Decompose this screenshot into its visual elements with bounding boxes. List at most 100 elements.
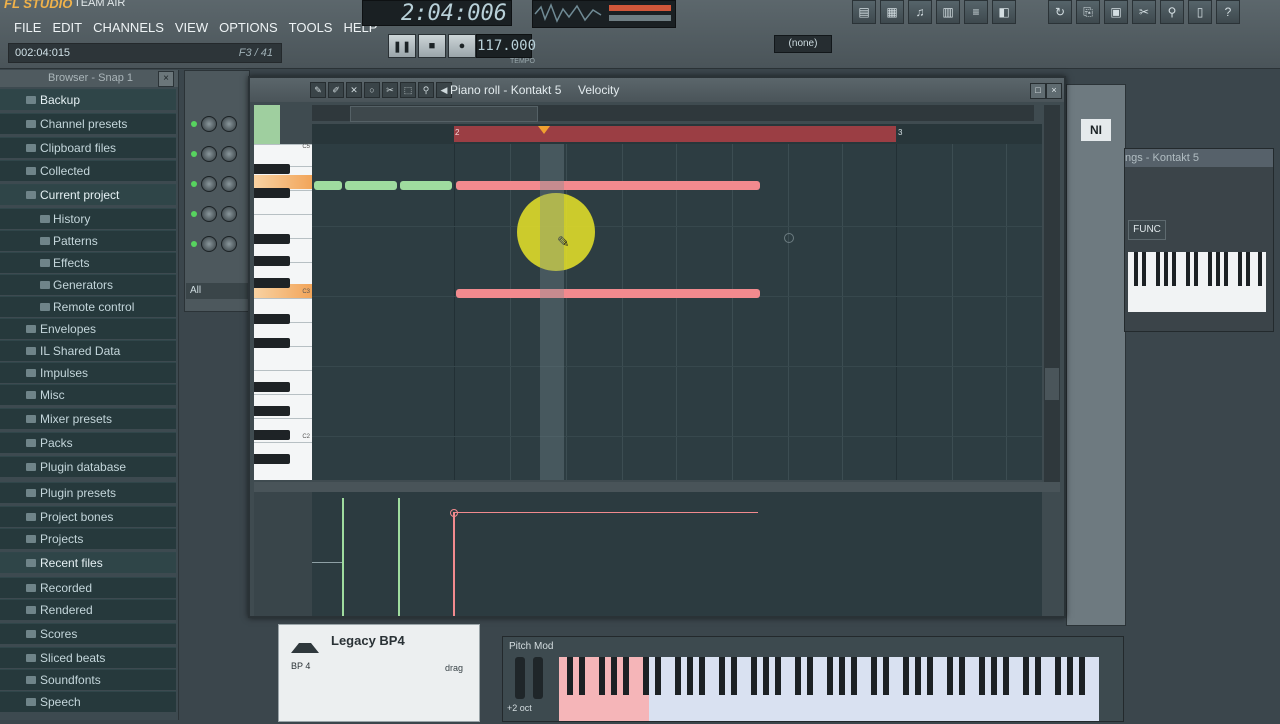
channel-filter[interactable]: All (186, 283, 250, 299)
volume-knob[interactable] (221, 236, 237, 252)
channel-led-icon[interactable] (191, 181, 197, 187)
browser-item[interactable]: History (0, 208, 176, 229)
playlist-icon[interactable]: ▤ (852, 0, 876, 24)
browser-item[interactable]: Misc (0, 384, 176, 405)
channel-led-icon[interactable] (191, 121, 197, 127)
velocity-handle[interactable] (450, 509, 458, 517)
browser-item[interactable]: Speech (0, 691, 176, 712)
zoom-tool-icon[interactable]: ⚲ (418, 82, 434, 98)
document-icon[interactable]: ▯ (1188, 0, 1212, 24)
menu-edit[interactable]: EDIT (52, 20, 82, 38)
velocity-bar[interactable] (398, 498, 400, 616)
event-target-selector[interactable]: Velocity (578, 83, 619, 97)
browser-item[interactable]: Rendered (0, 599, 176, 620)
pitch-wheel[interactable] (515, 657, 525, 699)
cut-icon[interactable]: ✂ (1132, 0, 1156, 24)
select-tool-icon[interactable]: ⬚ (400, 82, 416, 98)
piano-roll-icon[interactable]: ♫ (908, 0, 932, 24)
browser-item[interactable]: Current project (0, 184, 176, 205)
vertical-scrollbar[interactable] (1044, 105, 1060, 483)
browser-item[interactable]: Recorded (0, 577, 176, 598)
note[interactable] (456, 181, 760, 190)
browser-item[interactable]: Packs (0, 432, 176, 453)
velocity-pane[interactable] (312, 492, 1042, 616)
browser-item[interactable]: Scores (0, 623, 176, 644)
drag-handle[interactable]: drag (445, 663, 463, 673)
pattern-selector[interactable]: (none) (774, 35, 832, 53)
volume-knob[interactable] (221, 176, 237, 192)
save-icon[interactable]: ⎘ (1076, 0, 1100, 24)
pause-button[interactable]: ❚❚ (388, 34, 416, 58)
pan-knob[interactable] (201, 176, 217, 192)
event-pane-splitter[interactable] (254, 482, 1060, 492)
browser-item[interactable]: Remote control (0, 296, 176, 317)
pan-knob[interactable] (201, 206, 217, 222)
mod-wheel[interactable] (533, 657, 543, 699)
record-button[interactable]: ● (448, 34, 476, 58)
browser-item[interactable]: IL Shared Data (0, 340, 176, 361)
mixer-icon[interactable]: ≡ (964, 0, 988, 24)
func-button[interactable]: FUNC (1128, 220, 1166, 240)
render-icon[interactable]: ▣ (1104, 0, 1128, 24)
browser-item[interactable]: Collected (0, 160, 176, 181)
velocity-bar[interactable] (453, 512, 455, 616)
slice-tool-icon[interactable]: ✂ (382, 82, 398, 98)
stop-button[interactable]: ■ (418, 34, 446, 58)
browser-item[interactable]: Patterns (0, 230, 176, 251)
menu-file[interactable]: FILE (14, 20, 41, 38)
maximize-icon[interactable]: □ (1030, 83, 1046, 99)
browser-item[interactable]: Soundfonts (0, 669, 176, 690)
menu-view[interactable]: VIEW (175, 20, 208, 38)
volume-knob[interactable] (221, 146, 237, 162)
volume-knob[interactable] (221, 116, 237, 132)
volume-knob[interactable] (221, 206, 237, 222)
browser-item[interactable]: Clipboard files (0, 137, 176, 158)
browser-item[interactable]: Recent files (0, 552, 176, 573)
browser-icon[interactable]: ▥ (936, 0, 960, 24)
browser-item[interactable]: Mixer presets (0, 408, 176, 429)
pan-knob[interactable] (201, 146, 217, 162)
pan-knob[interactable] (201, 236, 217, 252)
step-sequencer-icon[interactable]: ▦ (880, 0, 904, 24)
octave-shift[interactable]: +2 oct (507, 703, 532, 713)
bottom-keyboard[interactable] (559, 657, 1099, 721)
pan-knob[interactable] (201, 116, 217, 132)
menu-channels[interactable]: CHANNELS (93, 20, 164, 38)
song-position-display[interactable]: 2:04:006 (362, 0, 512, 26)
browser-item[interactable]: Project bones (0, 506, 176, 527)
kontakt-keyboard[interactable] (1128, 252, 1266, 312)
close-icon[interactable]: × (1046, 83, 1062, 99)
note[interactable] (456, 289, 760, 298)
channel-led-icon[interactable] (191, 151, 197, 157)
plugin-preset-card[interactable]: Legacy BP4 BP 4 drag (278, 624, 480, 722)
browser-item[interactable]: Channel presets (0, 113, 176, 134)
channels-icon[interactable]: ◧ (992, 0, 1016, 24)
note[interactable] (345, 181, 397, 190)
piano-roll-titlebar[interactable]: ✎ ✐ ✕ ○ ✂ ⬚ ⚲ ◀ Piano roll - Kontakt 5 V… (250, 78, 1064, 102)
vertical-scroll-thumb[interactable] (1045, 368, 1059, 400)
close-icon[interactable]: × (158, 71, 174, 87)
browser-item[interactable]: Envelopes (0, 318, 176, 339)
browser-item[interactable]: Plugin presets (0, 482, 176, 503)
browser-item[interactable]: Effects (0, 252, 176, 273)
playhead-marker-icon[interactable] (538, 126, 550, 134)
delete-tool-icon[interactable]: ✕ (346, 82, 362, 98)
magnifier-icon[interactable]: ⚲ (1160, 0, 1184, 24)
undo-icon[interactable]: ↻ (1048, 0, 1072, 24)
note[interactable] (314, 181, 342, 190)
browser-item[interactable]: Impulses (0, 362, 176, 383)
channel-led-icon[interactable] (191, 241, 197, 247)
help-icon[interactable]: ? (1216, 0, 1240, 24)
horizontal-scroll-thumb[interactable] (350, 106, 538, 122)
channel-led-icon[interactable] (191, 211, 197, 217)
piano-keyboard[interactable]: C5 C3 C2 (254, 144, 312, 480)
tempo-display[interactable]: 117.000 (476, 34, 536, 58)
draw-tool-icon[interactable]: ✎ (310, 82, 326, 98)
browser-item[interactable]: Generators (0, 274, 176, 295)
menu-tools[interactable]: TOOLS (289, 20, 333, 38)
browser-item[interactable]: Sliced beats (0, 647, 176, 668)
loop-region[interactable] (454, 126, 896, 142)
browser-item[interactable]: Plugin database (0, 456, 176, 477)
browser-item[interactable]: Backup (0, 89, 176, 110)
mute-tool-icon[interactable]: ○ (364, 82, 380, 98)
